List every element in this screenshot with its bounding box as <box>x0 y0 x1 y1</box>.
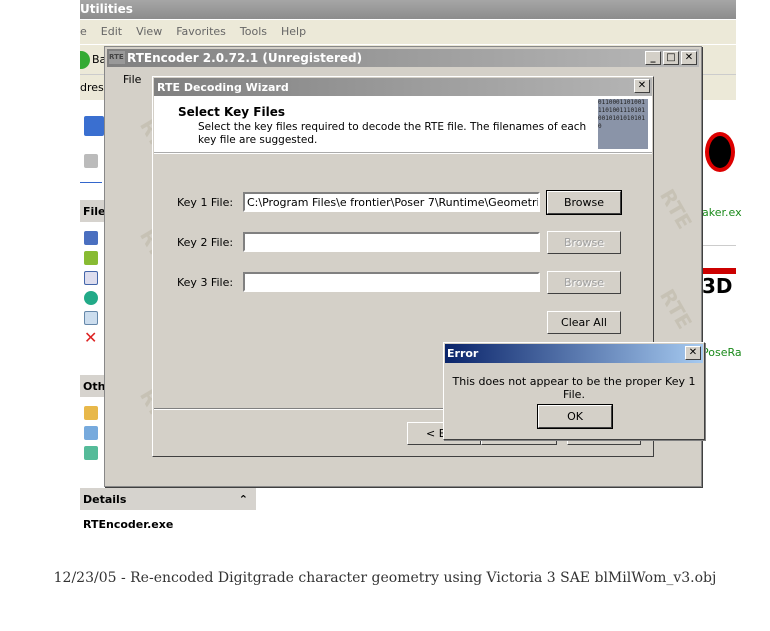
key3-label: Key 3 File: <box>177 276 234 289</box>
back-arrow-icon <box>80 51 90 69</box>
key2-browse-button[interactable]: Browse <box>547 231 621 254</box>
rtencoder-titlebar[interactable]: RTE RTEncoder 2.0.72.1 (Unregistered) _ … <box>107 49 699 67</box>
caption: 12/23/05 - Re-encoded Digitgrade charact… <box>53 570 717 586</box>
file-label[interactable]: PoseRa <box>702 346 742 359</box>
watermark: RTE <box>655 284 697 334</box>
email-icon <box>84 311 98 325</box>
computer-icon <box>84 426 98 440</box>
wizard-titlebar[interactable]: RTE Decoding Wizard ✕ <box>154 78 652 96</box>
details-header[interactable]: Details ⌃ <box>80 488 256 510</box>
menu-view[interactable]: View <box>136 25 162 38</box>
collapse-icon[interactable]: ⌃ <box>239 493 248 506</box>
key3-input[interactable] <box>243 272 540 292</box>
key2-input[interactable] <box>243 232 540 252</box>
wizard-title: RTE Decoding Wizard <box>157 81 289 94</box>
menu-tools[interactable]: Tools <box>240 25 267 38</box>
move-icon <box>84 251 98 265</box>
network-icon <box>84 446 98 460</box>
key1-label: Key 1 File: <box>177 196 234 209</box>
key1-browse-button[interactable]: Browse <box>546 190 622 215</box>
binary-banner-icon: 0110001101001110100111010100101010101010 <box>598 99 648 149</box>
error-close-button[interactable]: ✕ <box>685 346 701 360</box>
app-icon: RTE <box>109 51 125 64</box>
key2-label: Key 2 File: <box>177 236 234 249</box>
wizard-header: Select Key Files Select the key files re… <box>154 96 652 154</box>
menu-edit[interactable]: Edit <box>101 25 122 38</box>
details-label: Details <box>83 493 127 506</box>
explorer-title: Utilities <box>80 0 736 19</box>
back-button[interactable]: Ba <box>80 51 106 69</box>
clear-all-button[interactable]: Clear All <box>547 311 621 334</box>
wizard-close-button[interactable]: ✕ <box>634 79 650 93</box>
menu-file[interactable]: File <box>123 73 141 86</box>
copy-icon <box>84 271 98 285</box>
menu-file[interactable]: e <box>80 25 87 38</box>
menu-favorites[interactable]: Favorites <box>176 25 226 38</box>
close-button[interactable]: ✕ <box>681 51 697 65</box>
error-dialog: Error ✕ This does not appear to be the p… <box>443 342 705 440</box>
file-icon-red <box>705 132 735 172</box>
error-title: Error <box>447 347 479 360</box>
rename-icon <box>84 231 98 245</box>
error-message: This does not appear to be the proper Ke… <box>452 375 696 401</box>
recycle-icon <box>84 154 98 168</box>
details-filename: RTEncoder.exe <box>83 518 174 531</box>
wizard-description: Select the key files required to decode … <box>198 121 587 146</box>
picture-icon <box>84 116 104 136</box>
wizard-heading: Select Key Files <box>178 105 285 119</box>
app-title: RTEncoder 2.0.72.1 (Unregistered) <box>127 51 363 65</box>
publish-icon <box>84 291 98 305</box>
minimize-button[interactable]: _ <box>645 51 661 65</box>
error-titlebar[interactable]: Error ✕ <box>445 344 703 363</box>
explorer-menu-bar: e Edit View Favorites Tools Help <box>80 20 736 44</box>
file-label[interactable]: aker.ex <box>702 206 742 219</box>
maximize-button[interactable]: □ <box>663 51 679 65</box>
delete-icon: ✕ <box>84 328 98 347</box>
menu-help[interactable]: Help <box>281 25 306 38</box>
key1-input[interactable]: C:\Program Files\e frontier\Poser 7\Runt… <box>243 192 540 212</box>
ok-button[interactable]: OK <box>537 404 613 429</box>
folder-icon <box>84 406 98 420</box>
3d-file-icon: 3D <box>702 268 736 316</box>
watermark: RTE <box>655 184 697 234</box>
key3-browse-button[interactable]: Browse <box>547 271 621 294</box>
3d-label: 3D <box>702 274 733 298</box>
